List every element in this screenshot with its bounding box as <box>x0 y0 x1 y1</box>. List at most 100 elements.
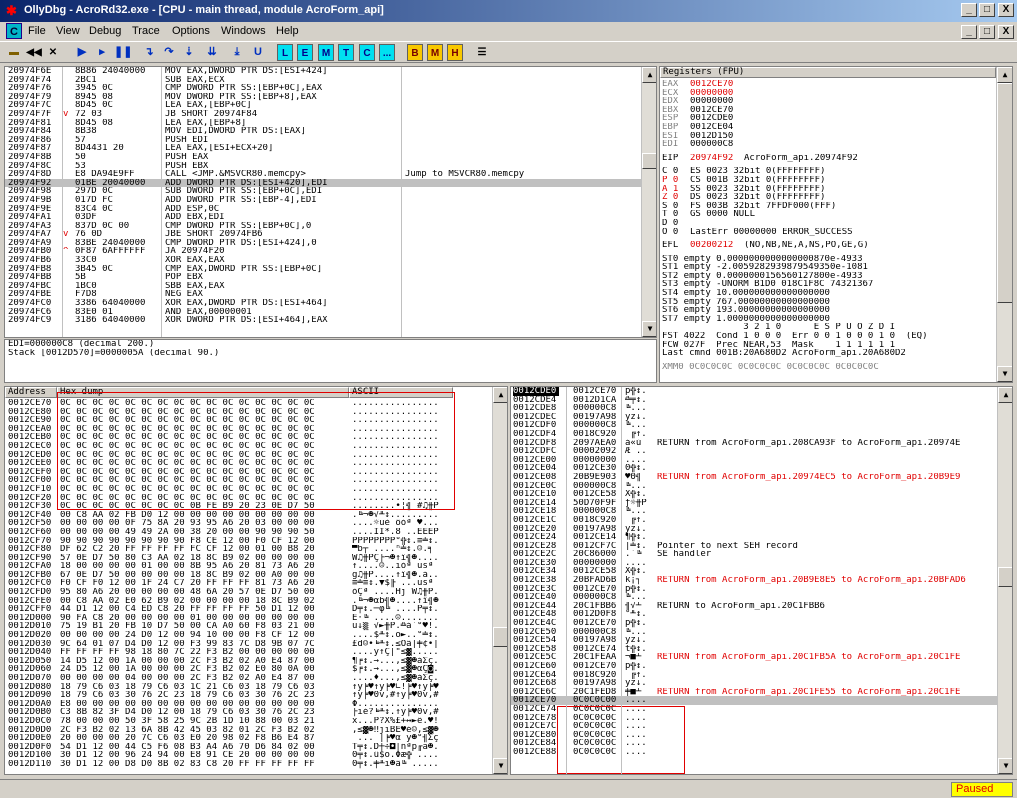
cpu-window-button[interactable]: C <box>359 44 375 61</box>
dump-row[interactable]: 0012CFA0 18 00 00 00 00 01 00 00 8B 95 A6… <box>5 562 492 571</box>
dump-ascii-header[interactable]: ASCII <box>349 387 453 398</box>
stack-row[interactable]: 0012CE08 20B9E903 ♥Θ╣ RETURN from AcroForm… <box>511 473 997 482</box>
disasm-row[interactable]: 20974F79 8945 08 MOV DWORD PTR SS:[EBP+8],… <box>5 93 641 102</box>
stack-row[interactable]: 0012CDE4 0012D1CA ╩╤↕. <box>511 396 997 405</box>
disasm-row[interactable]: 20974F9E 83C4 0C ADD ESP,0C <box>5 205 641 214</box>
trace-over-icon[interactable]: ⇊ <box>204 44 220 61</box>
disasm-row[interactable]: 20974FBE F7D8 NEG EAX <box>5 290 641 299</box>
dump-row[interactable]: 0012CF50 00 00 00 00 0F 75 8A 20 93 95 A6… <box>5 519 492 528</box>
disasm-row[interactable]: 20974F81 8D45 08 LEA EAX,[EBP+8] <box>5 119 641 128</box>
open-icon[interactable]: ▬ <box>6 44 22 61</box>
dump-row[interactable]: 0012D0B0 C3 8B 82 3F D4 D0 12 00 18 79 C6… <box>5 708 492 717</box>
dump-row[interactable]: 0012D040 FF FF FF FF 98 18 80 7C 22 F3 B2… <box>5 648 492 657</box>
handles-window-button[interactable]: H <box>447 44 463 61</box>
dump-row[interactable]: 0012D000 90 FA C8 20 00 00 00 00 01 00 00… <box>5 614 492 623</box>
stack-row[interactable]: 0012CE54 00197A98 ÿz↓. <box>511 636 997 645</box>
log-window-button[interactable]: L <box>277 44 293 61</box>
dump-row[interactable]: 0012CF90 57 0E D7 50 80 C3 AA 02 18 8C B9… <box>5 554 492 563</box>
dump-row[interactable]: 0012CFD0 95 80 A6 20 00 00 00 00 48 6A 20… <box>5 588 492 597</box>
disasm-row[interactable]: 20974F87 8D4431 20 LEA EAX,[ESI+ECX+20] <box>5 144 641 153</box>
close-button[interactable]: X <box>998 3 1014 17</box>
disasm-row[interactable]: 20974FC6 83E0 01 AND EAX,00000001 <box>5 308 641 317</box>
scroll-down-icon[interactable]: ▼ <box>493 758 507 774</box>
stack-row[interactable]: 0012CDF4 0018C920 ╔↑. <box>511 430 997 439</box>
stack-row[interactable]: 0012CE70 0C0C0C00.... <box>511 696 997 705</box>
stack-row[interactable]: 0012CDF0 000000C8 ╚... <box>511 421 997 430</box>
stack-row[interactable]: 0012CE4C 0012CE70 p╬↕. <box>511 619 997 628</box>
child-close-button[interactable]: X <box>998 25 1014 39</box>
dump-hex-header[interactable]: Hex dump <box>57 387 349 398</box>
stack-row[interactable]: 0012CDE8 000000C8 ╚... <box>511 404 997 413</box>
dump-row[interactable]: 0012CF20 0C 0C 0C 0C 0C 0C 0C 0C 0C 0C 0C… <box>5 494 492 503</box>
execute-till-return-icon[interactable]: ⤓ <box>229 44 245 61</box>
disasm-row[interactable]: 20974F98 297D 0C SUB DWORD PTR SS:[EBP+0C]… <box>5 187 641 196</box>
dump-row[interactable]: 0012D0D0 2C F3 B2 02 13 6A 8B 42 45 03 82… <box>5 726 492 735</box>
dump-row[interactable]: 0012CFE0 00 C8 AA 02 E0 62 B9 02 00 00 00… <box>5 597 492 606</box>
child-restore-button[interactable]: □ <box>979 25 995 39</box>
dump-row[interactable]: 0012CF30 0C 0C 0C 0C 0C 0C 0C 0C 0B FE B9… <box>5 502 492 511</box>
dump-row[interactable]: 0012CED0 0C 0C 0C 0C 0C 0C 0C 0C 0C 0C 0C… <box>5 451 492 460</box>
threads-window-button[interactable]: T <box>338 44 354 61</box>
scroll-thumb[interactable] <box>493 627 507 647</box>
scroll-up-icon[interactable]: ▲ <box>642 67 656 83</box>
stack-row[interactable]: 0012CE00 00000000.... <box>511 456 997 465</box>
stack-row[interactable]: 0012CE48 0012D0F8 °╨↕. <box>511 610 997 619</box>
menu-view[interactable]: View <box>56 25 80 37</box>
dump-row[interactable]: 0012CE80 0C 0C 0C 0C 0C 0C 0C 0C 0C 0C 0C… <box>5 408 492 417</box>
stack-row[interactable]: 0012CE50 000000C8 ╚... <box>511 628 997 637</box>
stack-row[interactable]: 0012CE04 0012CE30 0╬↕. <box>511 464 997 473</box>
disasm-row[interactable]: 20974F9B 017D FC ADD DWORD PTR SS:[EBP-4],… <box>5 196 641 205</box>
scroll-down-icon[interactable]: ▼ <box>998 758 1012 774</box>
maximize-button[interactable]: □ <box>979 3 995 17</box>
stack-row[interactable]: 0012CE84 0C0C0C0C.... <box>511 739 997 748</box>
scroll-down-icon[interactable]: ▼ <box>642 321 656 337</box>
stack-row[interactable]: 0012CE18 000000C8 ╚... <box>511 507 997 516</box>
stack-row[interactable]: 0012CE68 00197A98 ÿz↓. <box>511 679 997 688</box>
dump-row[interactable]: 0012CF40 00 C8 AA 02 FB D0 12 00 00 00 00… <box>5 511 492 520</box>
disasm-row[interactable]: 20974FC9 3186 64040000 XOR DWORD PTR DS:[E… <box>5 316 641 325</box>
scroll-up-icon[interactable]: ▲ <box>997 67 1012 83</box>
dump-row[interactable]: 0012D0F0 54 D1 12 00 44 C5 F6 08 B3 A4 A6… <box>5 743 492 752</box>
dump-row[interactable]: 0012D110 30 D1 12 00 D8 D0 8B 02 83 C8 20… <box>5 760 492 769</box>
menu-file[interactable]: File <box>28 25 46 37</box>
references-window-button[interactable]: M <box>427 44 443 61</box>
disasm-row[interactable]: 20974F8C 53 PUSH EBX <box>5 162 641 171</box>
stack-row[interactable]: 0012CDFC 00002092 Æ .. <box>511 447 997 456</box>
disasm-row[interactable]: 20974F86 57 PUSH EDI <box>5 136 641 145</box>
dump-row[interactable]: 0012D0C0 78 00 00 00 50 3F 58 25 9C 2B 1D… <box>5 717 492 726</box>
dump-row[interactable]: 0012D060 24 D5 12 00 1A 00 00 00 2C F3 B2… <box>5 665 492 674</box>
disasm-row[interactable]: 20974FBB 5B POP EBX <box>5 273 641 282</box>
dump-row[interactable]: 0012D050 14 D5 12 00 1A 00 00 00 2C F3 B2… <box>5 657 492 666</box>
menu-trace[interactable]: Trace <box>132 25 160 37</box>
dump-row[interactable]: 0012D080 18 79 C6 03 18 79 C6 03 1C 21 C6… <box>5 683 492 692</box>
list-icon[interactable]: ☰ <box>474 44 490 61</box>
disasm-row[interactable]: 20974F92 01BE 20040000 ADD DWORD PTR DS:[E… <box>5 178 641 188</box>
stack-row[interactable]: 0012CE28 0012CF7C |╧↕. Pointer to next SEH … <box>511 542 997 551</box>
dump-row[interactable]: 0012D090 18 79 C6 03 30 76 2C 23 18 79 C6… <box>5 691 492 700</box>
stack-scrollbar[interactable]: ▲ ▼ <box>997 387 1012 774</box>
stack-row[interactable]: 0012CE5C 20C1FEAA ¬■┴ RETURN from AcroForm… <box>511 653 997 662</box>
stack-row[interactable]: 0012CE44 20C1FBB6 ╢√┴ RETURN to AcroForm_a… <box>511 602 997 611</box>
disasm-row[interactable]: 20974FA7 v 76 0D JBE SHORT 20974FB6 <box>5 230 641 239</box>
dump-row[interactable]: 0012CFB0 67 0E D7 50 00 00 00 00 18 8C B9… <box>5 571 492 580</box>
disasm-row[interactable]: 20974FB0 ^ 0F87 6AFFFFFF JA 20974F20 <box>5 247 641 256</box>
step-into-icon[interactable]: ↴ <box>141 44 157 61</box>
dump-row[interactable]: 0012CEC0 0C 0C 0C 0C 0C 0C 0C 0C 0C 0C 0C… <box>5 442 492 451</box>
disassembly-pane[interactable]: 20974F6E 8B86 24040000 MOV EAX,DWORD PTR D… <box>4 66 657 338</box>
dump-row[interactable]: 0012D070 00 00 00 00 04 00 00 00 2C F3 B2… <box>5 674 492 683</box>
go-to-icon[interactable]: U <box>250 44 266 61</box>
stack-row[interactable]: 0012CE7C 0C0C0C0C.... <box>511 722 997 731</box>
stack-row[interactable]: 0012CE24 0012CE14 ¶╬↕. <box>511 533 997 542</box>
stack-row[interactable]: 0012CE6C 20C1FED8 ╪■┴ RETURN from AcroForm… <box>511 688 997 697</box>
stack-row[interactable]: 0012CE2C 20C86000 .`╚ SE handler <box>511 550 997 559</box>
dump-row[interactable]: 0012D0E0 20 00 00 00 20 7C C6 03 E0 20 98… <box>5 734 492 743</box>
disasm-row[interactable]: 20974FB6 33C0 XOR EAX,EAX <box>5 256 641 265</box>
menu-windows[interactable]: Windows <box>221 25 266 37</box>
stack-row[interactable]: 0012CE34 0012CE58 X╬↕. <box>511 567 997 576</box>
dump-row[interactable]: 0012CF60 00 00 00 00 49 49 2A 00 38 20 00… <box>5 528 492 537</box>
minimize-button[interactable]: _ <box>961 3 977 17</box>
dump-row[interactable]: 0012D0A0 E8 00 00 00 00 00 00 00 00 00 00… <box>5 700 492 709</box>
dump-row[interactable]: 0012CF10 0C 0C 0C 0C 0C 0C 0C 0C 0C 0C 0C… <box>5 485 492 494</box>
stack-row[interactable]: 0012CE74 0C0C0C0C.... <box>511 705 997 714</box>
disasm-row[interactable]: 20974FBC 1BC0 SBB EAX,EAX <box>5 282 641 291</box>
